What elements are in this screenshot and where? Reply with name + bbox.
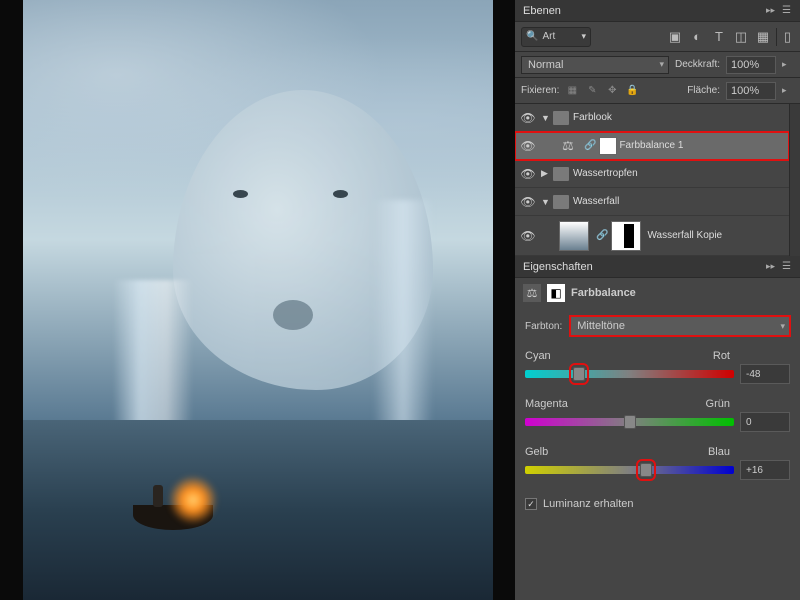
blend-opacity-row: Normal Deckkraft: 100% ▸ xyxy=(515,52,800,78)
lock-paint-icon[interactable]: ✎ xyxy=(585,84,599,98)
tone-row: Farbton: Mitteltöne xyxy=(525,316,790,336)
slider-knob[interactable] xyxy=(573,367,585,381)
layer-name-label[interactable]: Wasserfall xyxy=(573,196,619,207)
tone-label: Farbton: xyxy=(525,321,562,332)
blend-mode-dropdown[interactable]: Normal xyxy=(521,56,669,74)
filter-pixel-icon[interactable]: ▣ xyxy=(666,28,684,46)
fill-input[interactable]: 100% xyxy=(726,82,776,100)
slider-value-input[interactable]: -48 xyxy=(740,364,790,384)
layer-row-farbbalance-1[interactable]: 👁 ⚖ 🔗 Farbbalance 1 xyxy=(515,132,789,160)
disclosure-open-icon[interactable]: ▼ xyxy=(541,197,553,207)
slider-left-label: Cyan xyxy=(525,350,551,362)
slider-track[interactable] xyxy=(525,418,734,426)
layer-row-wasserfall-kopie[interactable]: 👁 🔗 Wasserfall Kopie xyxy=(515,216,789,256)
opacity-input[interactable]: 100% xyxy=(726,56,776,74)
layer-name-label[interactable]: Wasserfall Kopie xyxy=(647,230,722,241)
slider-right-label: Rot xyxy=(713,350,730,362)
opacity-label: Deckkraft: xyxy=(675,59,720,70)
visibility-toggle-icon[interactable]: 👁 xyxy=(519,195,537,209)
visibility-toggle-icon[interactable]: 👁 xyxy=(519,139,537,153)
layer-row-wasserfall[interactable]: 👁 ▼ Wasserfall xyxy=(515,188,789,216)
layers-panel-title: Ebenen xyxy=(523,5,561,17)
lock-fill-row: Fixieren: ▦ ✎ ✥ 🔒 Fläche: 100% ▸ xyxy=(515,78,800,104)
layer-name-label[interactable]: Farbbalance 1 xyxy=(619,140,683,151)
folder-icon xyxy=(553,111,569,125)
slider-track[interactable] xyxy=(525,370,734,378)
slider-value-input[interactable]: +16 xyxy=(740,460,790,480)
fill-value: 100% xyxy=(731,85,759,97)
layer-thumb[interactable] xyxy=(559,221,589,251)
lock-position-icon[interactable]: ✥ xyxy=(605,84,619,98)
visibility-toggle-icon[interactable]: 👁 xyxy=(519,167,537,181)
lock-all-icon[interactable]: 🔒 xyxy=(625,84,639,98)
luminance-label: Luminanz erhalten xyxy=(543,498,634,510)
opacity-flyout-icon[interactable]: ▸ xyxy=(782,59,794,70)
artwork-image xyxy=(23,0,493,600)
layer-name-label[interactable]: Wassertropfen xyxy=(573,168,638,179)
link-icon[interactable]: 🔗 xyxy=(596,230,608,241)
document-canvas[interactable] xyxy=(0,0,515,600)
panel-menu-icon[interactable] xyxy=(782,4,796,16)
filter-shape-icon[interactable]: ◫ xyxy=(732,28,750,46)
tone-value: Mitteltöne xyxy=(577,320,625,332)
filter-label: Art xyxy=(542,31,555,42)
fill-flyout-icon[interactable]: ▸ xyxy=(782,85,794,96)
mask-icon[interactable]: ◧ xyxy=(547,284,565,302)
right-panels: Ebenen ▸▸ 🔍 Art ▾ ▣ ◐ T ◫ ▦ ▯ Normal Dec… xyxy=(515,0,800,600)
adjustment-title: Farbbalance xyxy=(571,287,636,299)
layers-scrollbar[interactable] xyxy=(789,104,800,256)
slider-magenta: Magenta Grün 0 xyxy=(525,398,790,432)
filter-smart-icon[interactable]: ▦ xyxy=(754,28,772,46)
slider-left-label: Magenta xyxy=(525,398,568,410)
panel-menu-icon[interactable] xyxy=(782,260,796,272)
slider-track[interactable] xyxy=(525,466,734,474)
disclosure-open-icon[interactable]: ▼ xyxy=(541,113,553,123)
disclosure-closed-icon[interactable]: ▶ xyxy=(541,168,553,179)
panel-collapse-icon[interactable]: ▸▸ xyxy=(766,5,778,16)
layer-name-label[interactable]: Farblook xyxy=(573,112,612,123)
luminance-checkbox[interactable]: ✓ xyxy=(525,498,537,510)
opacity-value: 100% xyxy=(731,59,759,71)
properties-panel-header: Eigenschaften ▸▸ xyxy=(515,256,800,278)
link-icon[interactable]: 🔗 xyxy=(584,140,596,151)
adjustment-title-row: ⚖ ◧ Farbbalance xyxy=(515,278,800,308)
panel-collapse-icon[interactable]: ▸▸ xyxy=(766,261,778,272)
search-icon: 🔍 xyxy=(526,31,538,42)
slider-gelb: Gelb Blau +16 xyxy=(525,446,790,480)
lock-label: Fixieren: xyxy=(521,85,559,96)
slider-value-input[interactable]: 0 xyxy=(740,412,790,432)
properties-panel: ⚖ ◧ Farbbalance Farbton: Mitteltöne Cyan… xyxy=(515,278,800,600)
layer-list[interactable]: 👁 ▼ Farblook 👁 ⚖ 🔗 Farbbalance 1 👁 ▶ Wassertropfe… xyxy=(515,104,789,256)
layers-panel-header: Ebenen ▸▸ xyxy=(515,0,800,22)
layer-mask-thumb[interactable] xyxy=(599,137,617,155)
layer-row-wassertropfen[interactable]: 👁 ▶ Wassertropfen xyxy=(515,160,789,188)
fill-label: Fläche: xyxy=(687,85,720,96)
luminance-row[interactable]: ✓ Luminanz erhalten xyxy=(525,498,790,510)
blend-mode-value: Normal xyxy=(528,59,563,71)
filter-adjust-icon[interactable]: ◐ xyxy=(688,28,706,46)
balance-icon: ⚖ xyxy=(559,137,577,155)
chevron-down-icon: ▾ xyxy=(581,31,586,42)
lock-transparency-icon[interactable]: ▦ xyxy=(565,84,579,98)
properties-panel-title: Eigenschaften xyxy=(523,261,593,273)
slider-right-label: Blau xyxy=(708,446,730,458)
visibility-toggle-icon[interactable]: 👁 xyxy=(519,229,537,243)
folder-icon xyxy=(553,167,569,181)
layer-filter-toolbar: 🔍 Art ▾ ▣ ◐ T ◫ ▦ ▯ xyxy=(515,22,800,52)
balance-icon: ⚖ xyxy=(523,284,541,302)
slider-cyan: Cyan Rot -48 xyxy=(525,350,790,384)
filter-toggle-icon[interactable]: ▯ xyxy=(776,28,794,46)
color-sliders: Cyan Rot -48 Magenta Grün 0 Gelb Blau +16 xyxy=(525,350,790,480)
visibility-toggle-icon[interactable]: 👁 xyxy=(519,111,537,125)
layer-row-farblook[interactable]: 👁 ▼ Farblook xyxy=(515,104,789,132)
slider-knob[interactable] xyxy=(640,463,652,477)
filter-type-icon[interactable]: T xyxy=(710,28,728,46)
layer-filter-type[interactable]: 🔍 Art ▾ xyxy=(521,27,591,47)
slider-right-label: Grün xyxy=(706,398,730,410)
folder-icon xyxy=(553,195,569,209)
slider-left-label: Gelb xyxy=(525,446,548,458)
slider-knob[interactable] xyxy=(624,415,636,429)
layer-mask-thumb[interactable] xyxy=(611,221,641,251)
tone-dropdown[interactable]: Mitteltöne xyxy=(570,316,790,336)
